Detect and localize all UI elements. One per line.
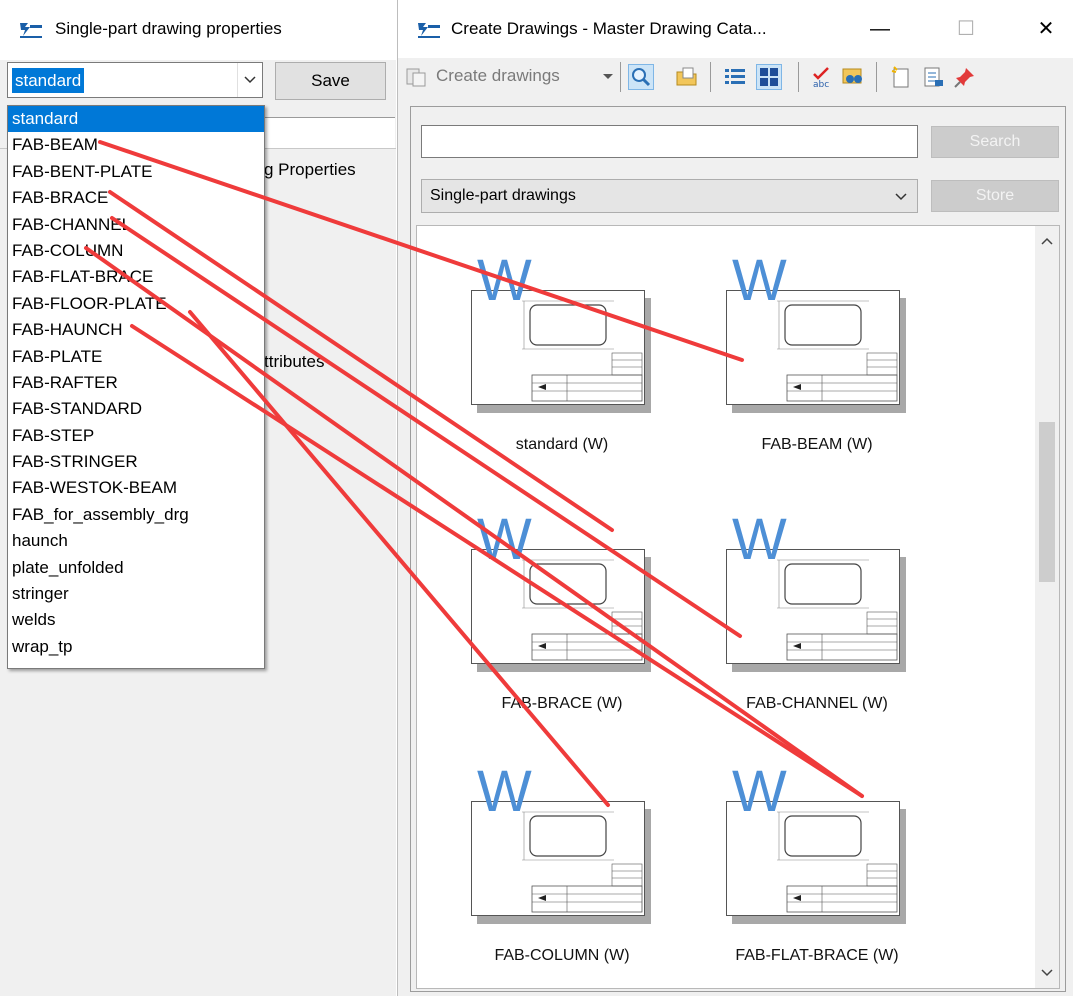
svg-text:abc: abc xyxy=(813,80,829,90)
search-input[interactable] xyxy=(421,125,918,158)
toolbar-separator xyxy=(710,62,711,92)
dropdown-item[interactable]: FAB-FLOOR-PLATE xyxy=(8,291,264,317)
w-badge: W xyxy=(477,248,532,313)
combo-selected-value[interactable]: standard xyxy=(12,68,85,93)
chevron-down-icon[interactable] xyxy=(237,63,262,97)
left-text-field[interactable] xyxy=(265,117,395,148)
attributes-label: ttributes xyxy=(264,352,325,371)
dropdown-item[interactable]: FAB-FLAT-BRACE xyxy=(8,264,264,290)
toolbar-separator xyxy=(798,62,799,92)
drawing-type-value: Single-part drawings xyxy=(430,187,576,204)
toolbar: Create drawings abc xyxy=(398,58,1073,96)
save-button[interactable]: Save xyxy=(275,62,386,100)
dropdown-item[interactable]: FAB-STRINGER xyxy=(8,449,264,475)
thumbnail-view-icon[interactable] xyxy=(756,64,782,90)
right-window-title: Create Drawings - Master Drawing Cata... xyxy=(451,19,767,38)
tekla-app-icon xyxy=(18,20,44,40)
dropdown-item[interactable]: FAB-STANDARD xyxy=(8,396,264,422)
dropdown-item[interactable]: FAB-RAFTER xyxy=(8,370,264,396)
dropdown-item[interactable]: standard xyxy=(8,106,264,133)
single-part-properties-window: Single-part drawing properties standard … xyxy=(0,0,396,996)
dropdown-item[interactable]: wrap_tp xyxy=(8,634,264,660)
drawing-tile[interactable]: W FAB-BRACE (W) xyxy=(437,503,677,753)
w-badge: W xyxy=(477,759,532,824)
drawing-label: FAB-COLUMN (W) xyxy=(494,947,630,964)
dropdown-item[interactable]: FAB-WESTOK-BEAM xyxy=(8,475,264,501)
properties-dropdown-list[interactable]: standard FAB-BEAM FAB-BENT-PLATE FAB-BRACE F… xyxy=(7,105,265,669)
list-view-icon[interactable] xyxy=(722,64,748,90)
vertical-scrollbar[interactable] xyxy=(1035,226,1059,988)
dropdown-item[interactable]: FAB_for_assembly_drg xyxy=(8,502,264,528)
scroll-down-icon[interactable] xyxy=(1035,958,1059,988)
toolbar-separator xyxy=(876,62,877,92)
properties-combo[interactable]: standard xyxy=(7,62,263,98)
scroll-up-icon[interactable] xyxy=(1035,226,1059,256)
drawing-tile[interactable]: W FAB-COLUMN (W) xyxy=(437,755,677,988)
drawing-tile[interactable]: W FAB-FLAT-BRACE (W) xyxy=(692,755,932,988)
dropdown-item[interactable]: FAB-BRACE xyxy=(8,185,264,211)
scrollbar-thumb[interactable] xyxy=(1039,422,1055,582)
drawing-label: FAB-BEAM (W) xyxy=(761,436,873,453)
spell-check-icon[interactable]: abc xyxy=(810,64,836,90)
dropdown-item[interactable]: FAB-CHANNEL xyxy=(8,212,264,238)
dropdown-arrow-icon[interactable] xyxy=(602,66,614,91)
binoculars-icon[interactable] xyxy=(840,64,866,90)
drawing-label: FAB-FLAT-BRACE (W) xyxy=(735,947,899,964)
dropdown-item[interactable]: welds xyxy=(8,607,264,633)
dropdown-item[interactable]: FAB-BEAM xyxy=(8,132,264,158)
drawing-tile[interactable]: W FAB-BEAM (W) xyxy=(692,244,932,494)
catalog-panel: Search Single-part drawings Store Wstand… xyxy=(410,106,1066,992)
chevron-down-icon[interactable] xyxy=(893,185,909,212)
pin-icon[interactable] xyxy=(952,64,978,90)
document-edit-icon[interactable] xyxy=(920,64,946,90)
drawing-tile[interactable]: Wstandard (W) xyxy=(437,244,677,494)
create-drawings-icon[interactable] xyxy=(404,64,430,90)
store-button[interactable]: Store xyxy=(931,180,1059,212)
left-window-title: Single-part drawing properties xyxy=(55,19,282,38)
toolbar-separator xyxy=(620,62,621,92)
search-button[interactable]: Search xyxy=(931,126,1059,158)
w-badge: W xyxy=(732,507,787,572)
search-icon[interactable] xyxy=(628,64,654,90)
w-badge: W xyxy=(732,248,787,313)
create-drawings-window: Create Drawings - Master Drawing Cata...… xyxy=(397,0,1073,996)
right-title-bar: Create Drawings - Master Drawing Cata...… xyxy=(398,0,1073,58)
dropdown-item[interactable]: stringer xyxy=(8,581,264,607)
dropdown-item[interactable]: plate_unfolded xyxy=(8,555,264,581)
dropdown-item[interactable]: FAB-PLATE xyxy=(8,344,264,370)
minimize-button[interactable]: — xyxy=(860,12,900,46)
new-document-icon[interactable] xyxy=(888,64,914,90)
left-title-bar: Single-part drawing properties xyxy=(0,0,396,60)
drawing-tile[interactable]: W FAB-CHANNEL (W) xyxy=(692,503,932,753)
drawing-gallery[interactable]: Wstandard (W) W FAB-BEAM (W) W FAB-BRACE (W)… xyxy=(416,225,1060,989)
copy-folder-icon[interactable] xyxy=(674,64,700,90)
dropdown-item[interactable]: FAB-HAUNCH xyxy=(8,317,264,343)
dropdown-item[interactable]: FAB-BENT-PLATE xyxy=(8,159,264,185)
tekla-app-icon xyxy=(416,20,442,40)
drawing-label: FAB-CHANNEL (W) xyxy=(746,695,888,712)
drawing-properties-label: g Properties xyxy=(264,160,356,179)
maximize-button[interactable]: ☐ xyxy=(946,12,986,46)
dropdown-item[interactable]: FAB-COLUMN xyxy=(8,238,264,264)
create-drawings-button[interactable]: Create drawings xyxy=(436,66,560,86)
drawing-type-select[interactable]: Single-part drawings xyxy=(421,179,918,213)
drawing-label: FAB-BRACE (W) xyxy=(501,695,623,712)
dropdown-item[interactable]: FAB-STEP xyxy=(8,423,264,449)
close-button[interactable]: ✕ xyxy=(1026,12,1066,46)
dropdown-item[interactable]: haunch xyxy=(8,528,264,554)
w-badge: W xyxy=(732,759,787,824)
w-badge: W xyxy=(477,507,532,572)
drawing-label: standard (W) xyxy=(515,436,609,453)
